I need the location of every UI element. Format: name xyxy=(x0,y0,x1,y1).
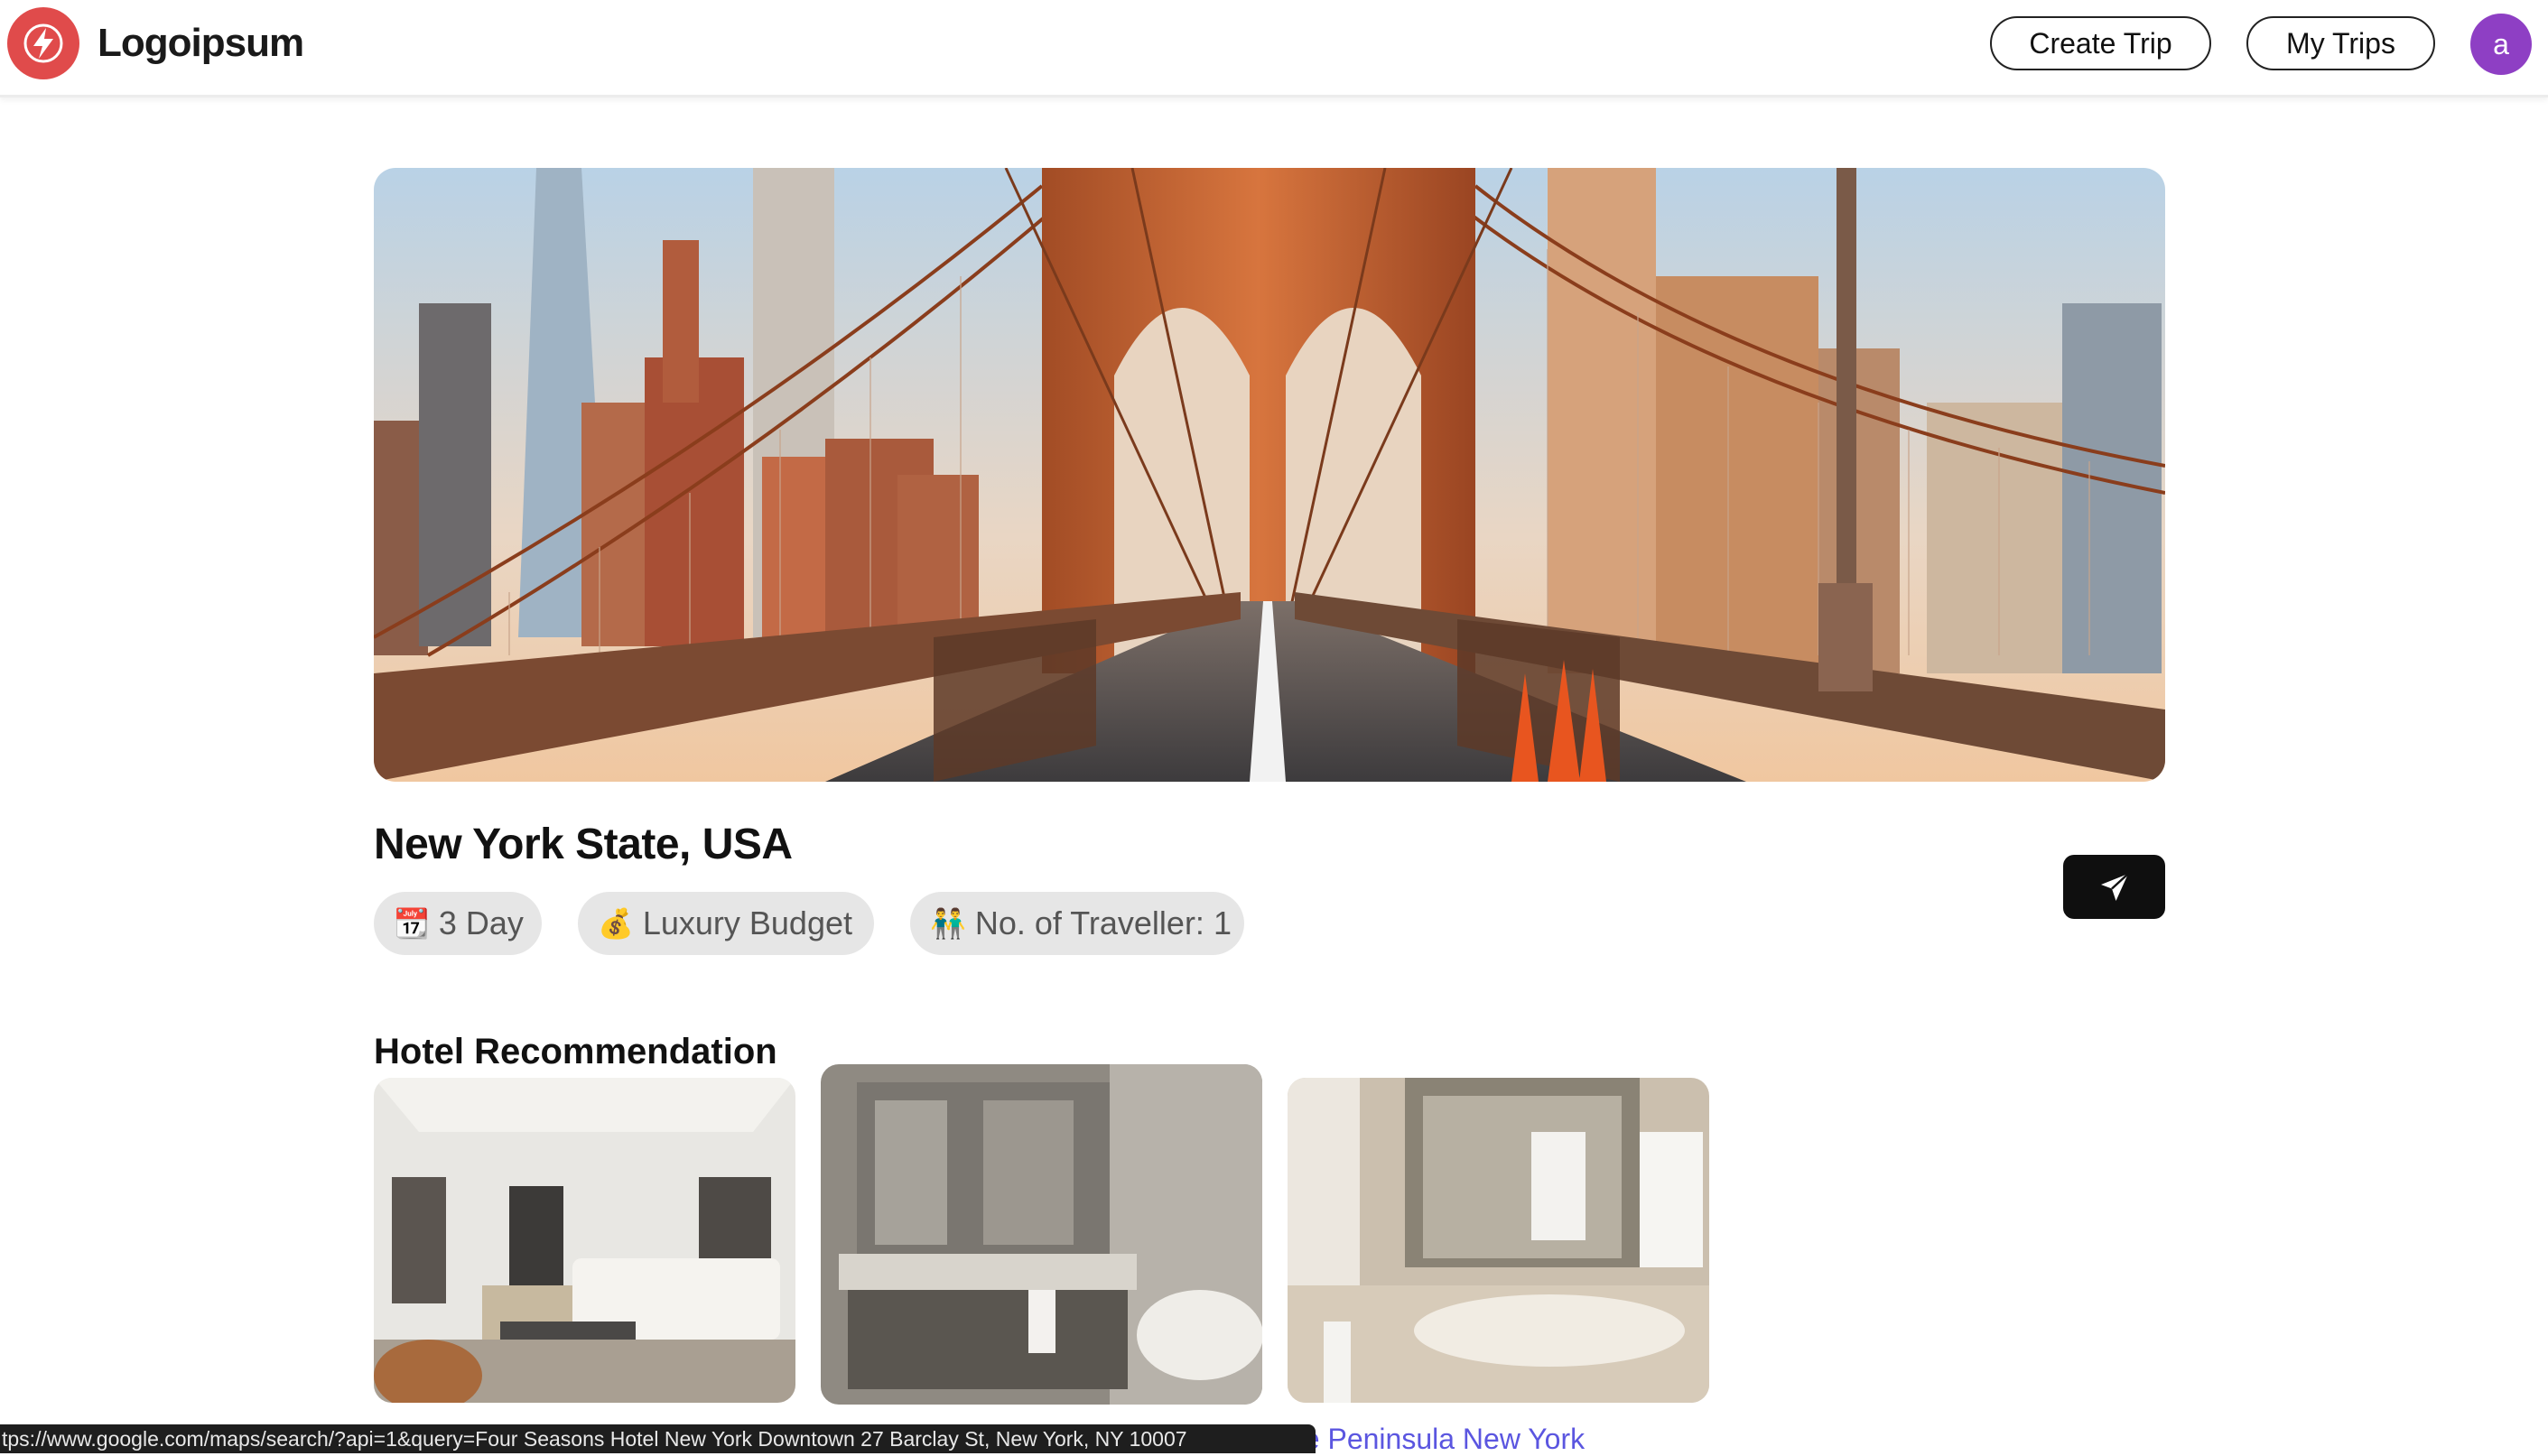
hotel-card-image[interactable] xyxy=(374,1078,795,1403)
top-navbar: Logoipsum Create Trip My Trips a xyxy=(0,0,2548,97)
hotel-card-image[interactable] xyxy=(821,1064,1262,1405)
hotel-name-link[interactable]: he Peninsula New York xyxy=(1288,1423,1585,1456)
lightning-logo-icon xyxy=(7,7,79,79)
trip-budget-label: Luxury Budget xyxy=(642,904,852,941)
hotel-card-image[interactable] xyxy=(1288,1078,1709,1403)
trip-budget-chip: 💰 Luxury Budget xyxy=(578,892,874,955)
my-trips-button[interactable]: My Trips xyxy=(2246,16,2435,70)
logo-text: Logoipsum xyxy=(98,21,304,65)
share-button[interactable] xyxy=(2063,855,2165,919)
logo[interactable]: Logoipsum xyxy=(7,7,304,79)
trip-days-chip: 📆 3 Day xyxy=(374,892,542,955)
calendar-icon: 📆 xyxy=(394,907,430,940)
trip-days-label: 3 Day xyxy=(438,904,524,941)
create-trip-button[interactable]: Create Trip xyxy=(1990,16,2211,70)
money-bag-icon: 💰 xyxy=(598,907,634,940)
user-avatar[interactable]: a xyxy=(2470,14,2532,75)
people-icon: 👬 xyxy=(930,907,966,940)
status-bar-url: tps://www.google.com/maps/search/?api=1&… xyxy=(0,1424,1316,1453)
trip-travellers-label: No. of Traveller: 1 xyxy=(974,904,1232,941)
trip-travellers-chip: 👬 No. of Traveller: 1 xyxy=(910,892,1244,955)
send-icon xyxy=(2100,872,2129,901)
destination-title: New York State, USA xyxy=(374,821,793,868)
destination-hero-image xyxy=(374,168,2165,782)
hotel-section-title: Hotel Recommendation xyxy=(374,1032,777,1071)
